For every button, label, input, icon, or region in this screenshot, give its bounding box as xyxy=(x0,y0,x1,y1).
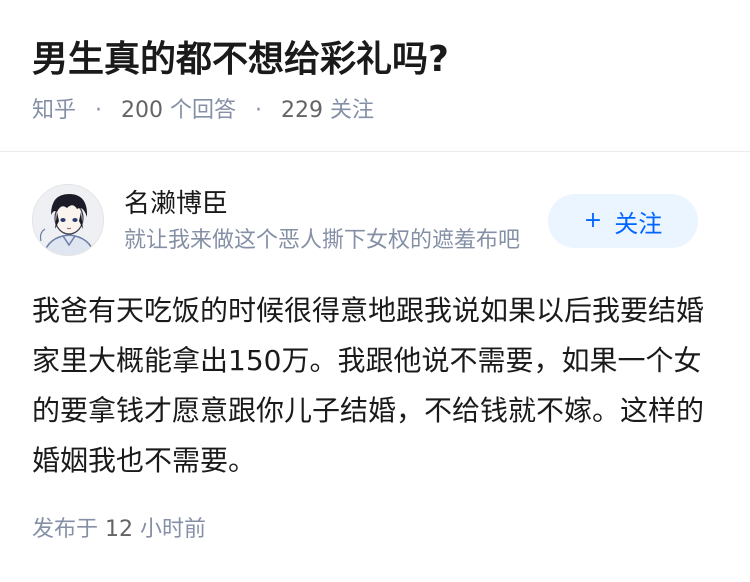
author-bio[interactable]: 就让我来做这个恶人撕下女权的遮羞布吧 xyxy=(124,226,536,256)
published-time-number: 12 xyxy=(105,517,134,542)
section-divider xyxy=(0,151,750,152)
published-time-unit: 小时前 xyxy=(140,517,207,542)
answer-footer: 发布于 12 小时前 xyxy=(32,515,206,545)
follow-button[interactable]: + 关注 xyxy=(548,194,698,248)
meta-separator: · xyxy=(95,98,103,123)
plus-icon: + xyxy=(583,208,603,233)
question-header: 男生真的都不想给彩礼吗? 知乎 · 200 个回答 · 229 关注 xyxy=(32,36,718,126)
answer-count[interactable]: 200 xyxy=(121,98,163,123)
follower-count[interactable]: 229 xyxy=(281,98,323,123)
avatar[interactable] xyxy=(32,184,104,256)
answer-card: 男生真的都不想给彩礼吗? 知乎 · 200 个回答 · 229 关注 名濑博臣 … xyxy=(0,0,750,582)
follow-button-label: 关注 xyxy=(614,209,663,238)
avatar-illustration-icon xyxy=(33,185,103,255)
follower-count-label[interactable]: 关注 xyxy=(330,98,374,123)
question-title[interactable]: 男生真的都不想给彩礼吗? xyxy=(32,36,718,84)
question-meta: 知乎 · 200 个回答 · 229 关注 xyxy=(32,96,718,126)
author-name[interactable]: 名濑博臣 xyxy=(124,186,228,222)
answer-content[interactable]: 我爸有天吃饭的时候很得意地跟我说如果以后我要结婚家里大概能拿出150万。我跟他说… xyxy=(32,286,722,486)
author-info: 名濑博臣 就让我来做这个恶人撕下女权的遮羞布吧 + 关注 xyxy=(32,184,718,264)
source-label[interactable]: 知乎 xyxy=(32,98,76,123)
meta-separator: · xyxy=(255,98,263,123)
published-label: 发布于 xyxy=(32,517,99,542)
answer-count-label[interactable]: 个回答 xyxy=(170,98,236,123)
